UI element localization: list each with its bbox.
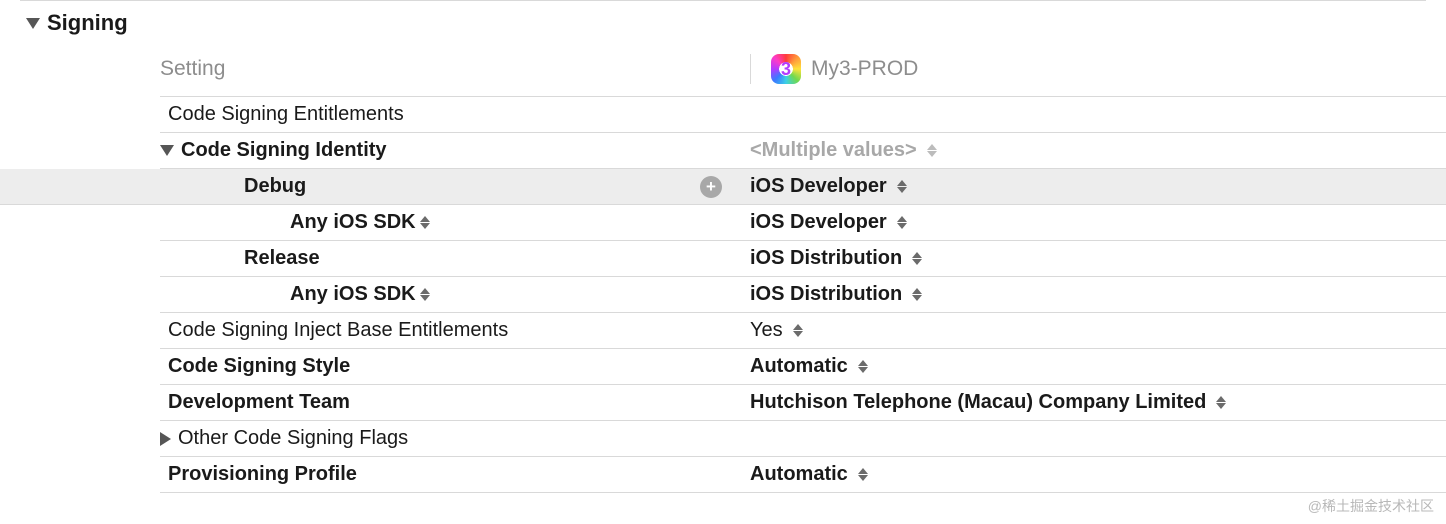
- updown-icon: [793, 324, 803, 337]
- updown-icon: [858, 468, 868, 481]
- updown-icon: [897, 216, 907, 229]
- setting-label: Any iOS SDK: [160, 283, 740, 306]
- setting-value[interactable]: iOS Distribution: [740, 283, 922, 306]
- row-inject-base-entitlements[interactable]: Code Signing Inject Base Entitlements Ye…: [160, 313, 1446, 349]
- chevron-down-icon: [26, 18, 40, 29]
- updown-icon: [420, 288, 430, 301]
- setting-label: Provisioning Profile: [160, 463, 740, 486]
- setting-value[interactable]: Hutchison Telephone (Macau) Company Limi…: [740, 391, 1226, 414]
- section-header-signing[interactable]: Signing: [0, 4, 1446, 48]
- setting-label: Development Team: [160, 391, 740, 414]
- row-release[interactable]: Release iOS Distribution: [160, 241, 1446, 277]
- setting-label: Code Signing Inject Base Entitlements: [160, 319, 740, 342]
- section-title: Signing: [47, 10, 128, 36]
- app-icon: [771, 54, 801, 84]
- row-debug-any-ios-sdk[interactable]: Any iOS SDK iOS Developer: [160, 205, 1446, 241]
- setting-value[interactable]: Yes: [740, 319, 803, 342]
- row-code-signing-style[interactable]: Code Signing Style Automatic: [160, 349, 1446, 385]
- setting-label: Code Signing Entitlements: [160, 103, 740, 126]
- setting-label: Code Signing Identity: [160, 139, 740, 162]
- column-headers: Setting My3-PROD: [160, 48, 1446, 97]
- setting-value[interactable]: iOS Developer: [740, 211, 907, 234]
- setting-label: Debug +: [160, 175, 740, 198]
- chevron-right-icon[interactable]: [160, 432, 171, 446]
- setting-value[interactable]: iOS Developer: [740, 175, 907, 198]
- plus-icon[interactable]: +: [700, 176, 722, 198]
- setting-label: Any iOS SDK: [160, 211, 740, 234]
- updown-icon: [897, 180, 907, 193]
- row-provisioning-profile[interactable]: Provisioning Profile Automatic: [160, 457, 1446, 493]
- row-code-signing-identity[interactable]: Code Signing Identity <Multiple values>: [160, 133, 1446, 169]
- setting-value[interactable]: iOS Distribution: [740, 247, 922, 270]
- settings-rows: Code Signing Entitlements Code Signing I…: [160, 97, 1446, 493]
- row-release-any-ios-sdk[interactable]: Any iOS SDK iOS Distribution: [160, 277, 1446, 313]
- setting-label: Code Signing Style: [160, 355, 740, 378]
- divider: [750, 54, 751, 84]
- updown-icon: [858, 360, 868, 373]
- column-target-header[interactable]: My3-PROD: [740, 54, 918, 84]
- updown-icon: [912, 252, 922, 265]
- chevron-down-icon[interactable]: [160, 145, 174, 156]
- row-other-code-signing-flags[interactable]: Other Code Signing Flags: [160, 421, 1446, 457]
- setting-value[interactable]: <Multiple values>: [740, 139, 937, 162]
- updown-icon: [1216, 396, 1226, 409]
- target-name: My3-PROD: [811, 57, 918, 81]
- updown-icon: [927, 144, 937, 157]
- row-development-team[interactable]: Development Team Hutchison Telephone (Ma…: [160, 385, 1446, 421]
- updown-icon: [912, 288, 922, 301]
- row-code-signing-entitlements[interactable]: Code Signing Entitlements: [160, 97, 1446, 133]
- updown-icon: [420, 216, 430, 229]
- column-setting-header: Setting: [160, 57, 740, 81]
- setting-label: Release: [160, 247, 740, 270]
- row-debug[interactable]: Debug + iOS Developer: [0, 169, 1446, 205]
- setting-value[interactable]: Automatic: [740, 463, 868, 486]
- watermark: @稀土掘金技术社区: [1308, 496, 1434, 516]
- setting-value[interactable]: Automatic: [740, 355, 868, 378]
- setting-label: Other Code Signing Flags: [160, 427, 740, 450]
